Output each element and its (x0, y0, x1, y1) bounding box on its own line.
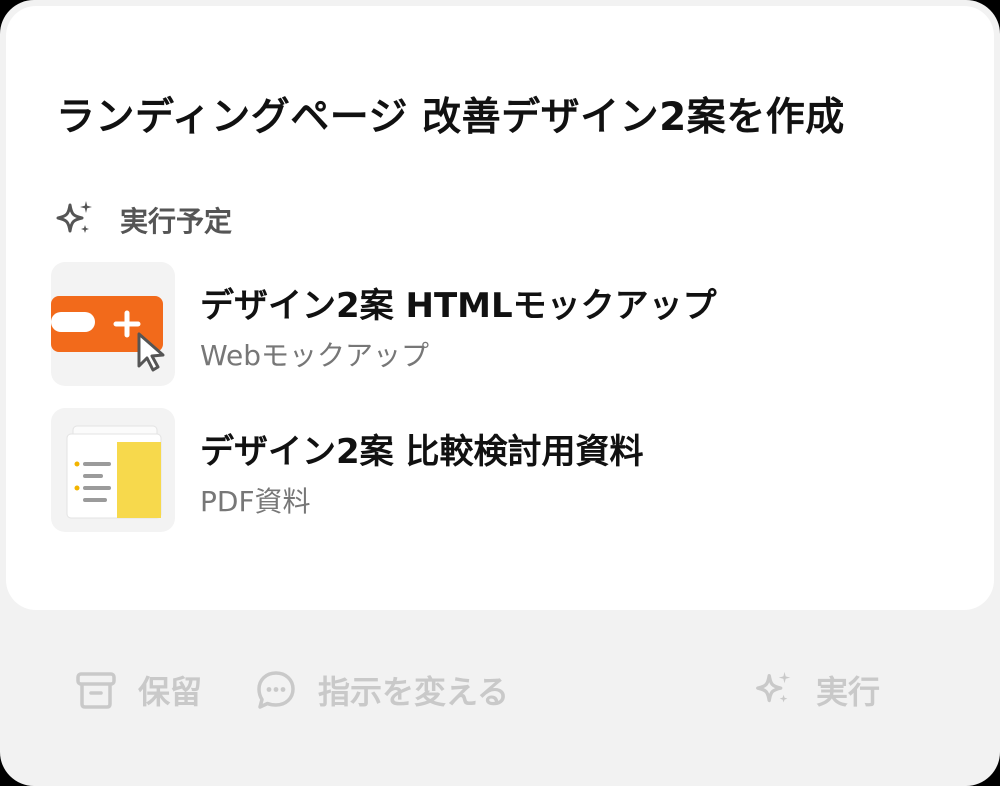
change-instruction-label: 指示を変える (318, 673, 510, 711)
scheduled-section-header: 実行予定 (52, 198, 232, 242)
item-subtitle: Webモックアップ (200, 339, 430, 372)
pdf-document-thumbnail-icon (51, 408, 175, 532)
list-item-html-mockup[interactable]: デザイン2案 HTMLモックアップ Webモックアップ (51, 262, 951, 386)
section-label: 実行予定 (120, 205, 233, 238)
run-button-label: 実行 (816, 673, 881, 711)
sparkle-icon (756, 671, 791, 703)
chat-bubble-icon (257, 671, 295, 709)
list-item-pdf-document[interactable]: デザイン2案 比較検討用資料 PDF資料 (51, 408, 951, 532)
web-mockup-thumbnail-icon (51, 262, 175, 386)
task-card: ランディングページ 改善デザイン2案を作成 実行予定 デザイン2案 HTMLモッ… (6, 6, 994, 610)
run-button[interactable]: 実行 (752, 662, 880, 718)
item-title: デザイン2案 HTMLモックアップ (200, 286, 717, 326)
action-sheet: ランディングページ 改善デザイン2案を作成 実行予定 デザイン2案 HTMLモッ… (0, 0, 1000, 786)
sparkle-icon (56, 201, 92, 233)
archive-box-icon (76, 672, 116, 709)
item-subtitle: PDF資料 (200, 485, 311, 518)
hold-button-label: 保留 (138, 673, 203, 711)
item-title: デザイン2案 比較検討用資料 (200, 432, 644, 472)
task-title: ランディングページ 改善デザイン2案を作成 (56, 95, 845, 140)
change-instruction-button[interactable]: 指示を変える (254, 662, 509, 718)
hold-button[interactable]: 保留 (74, 662, 202, 718)
